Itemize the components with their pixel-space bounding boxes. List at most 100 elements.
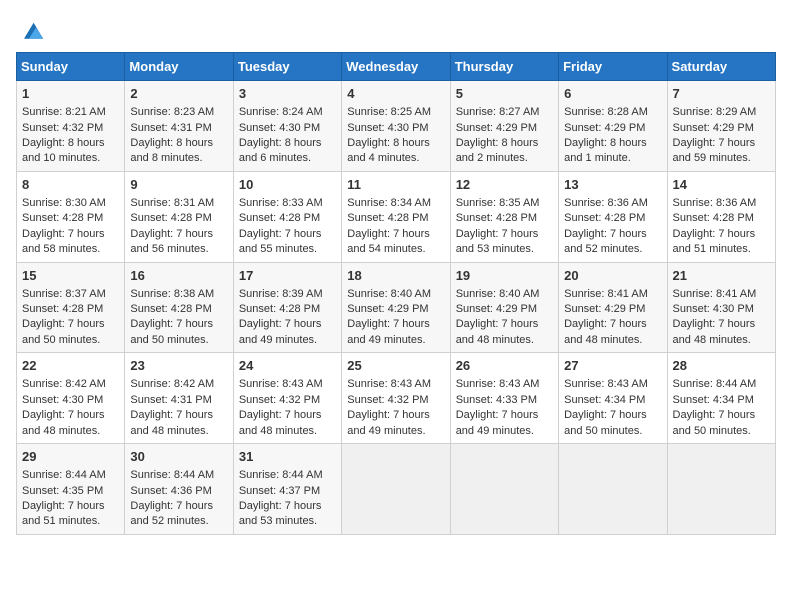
sunset-label: Sunset: 4:31 PM	[130, 122, 211, 134]
daylight-label: Daylight: 7 hours and 49 minutes.	[347, 409, 430, 436]
day-number: 3	[239, 85, 336, 103]
sunset-label: Sunset: 4:29 PM	[673, 122, 754, 134]
day-number: 7	[673, 85, 770, 103]
calendar-cell: 16 Sunrise: 8:38 AM Sunset: 4:28 PM Dayl…	[125, 262, 233, 353]
calendar-week-3: 15 Sunrise: 8:37 AM Sunset: 4:28 PM Dayl…	[17, 262, 776, 353]
day-number: 24	[239, 357, 336, 375]
calendar-cell: 24 Sunrise: 8:43 AM Sunset: 4:32 PM Dayl…	[233, 353, 341, 444]
day-number: 9	[130, 176, 227, 194]
daylight-label: Daylight: 7 hours and 53 minutes.	[456, 228, 539, 255]
day-number: 6	[564, 85, 661, 103]
sunrise-label: Sunrise: 8:44 AM	[239, 469, 323, 481]
daylight-label: Daylight: 7 hours and 56 minutes.	[130, 228, 213, 255]
column-header-thursday: Thursday	[450, 53, 558, 81]
calendar-cell: 28 Sunrise: 8:44 AM Sunset: 4:34 PM Dayl…	[667, 353, 775, 444]
calendar-cell: 30 Sunrise: 8:44 AM Sunset: 4:36 PM Dayl…	[125, 444, 233, 535]
daylight-label: Daylight: 8 hours and 8 minutes.	[130, 137, 213, 164]
daylight-label: Daylight: 7 hours and 54 minutes.	[347, 228, 430, 255]
calendar-week-5: 29 Sunrise: 8:44 AM Sunset: 4:35 PM Dayl…	[17, 444, 776, 535]
sunset-label: Sunset: 4:30 PM	[347, 122, 428, 134]
calendar-week-2: 8 Sunrise: 8:30 AM Sunset: 4:28 PM Dayli…	[17, 171, 776, 262]
sunset-label: Sunset: 4:36 PM	[130, 485, 211, 497]
daylight-label: Daylight: 7 hours and 48 minutes.	[456, 318, 539, 345]
day-number: 2	[130, 85, 227, 103]
daylight-label: Daylight: 7 hours and 49 minutes.	[456, 409, 539, 436]
sunrise-label: Sunrise: 8:40 AM	[347, 288, 431, 300]
daylight-label: Daylight: 8 hours and 6 minutes.	[239, 137, 322, 164]
calendar-cell: 31 Sunrise: 8:44 AM Sunset: 4:37 PM Dayl…	[233, 444, 341, 535]
daylight-label: Daylight: 8 hours and 2 minutes.	[456, 137, 539, 164]
calendar-cell: 25 Sunrise: 8:43 AM Sunset: 4:32 PM Dayl…	[342, 353, 450, 444]
sunrise-label: Sunrise: 8:36 AM	[673, 197, 757, 209]
calendar-cell	[450, 444, 558, 535]
calendar-cell: 3 Sunrise: 8:24 AM Sunset: 4:30 PM Dayli…	[233, 81, 341, 172]
sunrise-label: Sunrise: 8:35 AM	[456, 197, 540, 209]
sunrise-label: Sunrise: 8:29 AM	[673, 106, 757, 118]
daylight-label: Daylight: 8 hours and 1 minute.	[564, 137, 647, 164]
calendar-cell	[342, 444, 450, 535]
day-number: 4	[347, 85, 444, 103]
calendar-cell: 6 Sunrise: 8:28 AM Sunset: 4:29 PM Dayli…	[559, 81, 667, 172]
sunrise-label: Sunrise: 8:27 AM	[456, 106, 540, 118]
calendar-cell: 13 Sunrise: 8:36 AM Sunset: 4:28 PM Dayl…	[559, 171, 667, 262]
day-number: 22	[22, 357, 119, 375]
calendar-cell: 21 Sunrise: 8:41 AM Sunset: 4:30 PM Dayl…	[667, 262, 775, 353]
day-number: 28	[673, 357, 770, 375]
sunrise-label: Sunrise: 8:23 AM	[130, 106, 214, 118]
day-number: 25	[347, 357, 444, 375]
column-header-tuesday: Tuesday	[233, 53, 341, 81]
day-number: 13	[564, 176, 661, 194]
calendar-cell: 29 Sunrise: 8:44 AM Sunset: 4:35 PM Dayl…	[17, 444, 125, 535]
sunset-label: Sunset: 4:28 PM	[239, 303, 320, 315]
calendar-cell: 12 Sunrise: 8:35 AM Sunset: 4:28 PM Dayl…	[450, 171, 558, 262]
day-number: 12	[456, 176, 553, 194]
sunset-label: Sunset: 4:30 PM	[22, 394, 103, 406]
sunset-label: Sunset: 4:34 PM	[673, 394, 754, 406]
day-number: 31	[239, 448, 336, 466]
sunrise-label: Sunrise: 8:21 AM	[22, 106, 106, 118]
column-header-monday: Monday	[125, 53, 233, 81]
sunrise-label: Sunrise: 8:43 AM	[239, 378, 323, 390]
sunrise-label: Sunrise: 8:34 AM	[347, 197, 431, 209]
sunset-label: Sunset: 4:28 PM	[347, 212, 428, 224]
sunrise-label: Sunrise: 8:43 AM	[564, 378, 648, 390]
sunrise-label: Sunrise: 8:31 AM	[130, 197, 214, 209]
calendar-cell: 18 Sunrise: 8:40 AM Sunset: 4:29 PM Dayl…	[342, 262, 450, 353]
calendar-cell: 11 Sunrise: 8:34 AM Sunset: 4:28 PM Dayl…	[342, 171, 450, 262]
sunset-label: Sunset: 4:28 PM	[130, 303, 211, 315]
daylight-label: Daylight: 7 hours and 51 minutes.	[673, 228, 756, 255]
daylight-label: Daylight: 7 hours and 48 minutes.	[239, 409, 322, 436]
daylight-label: Daylight: 7 hours and 49 minutes.	[347, 318, 430, 345]
sunset-label: Sunset: 4:28 PM	[564, 212, 645, 224]
sunrise-label: Sunrise: 8:24 AM	[239, 106, 323, 118]
column-header-wednesday: Wednesday	[342, 53, 450, 81]
day-number: 11	[347, 176, 444, 194]
sunset-label: Sunset: 4:35 PM	[22, 485, 103, 497]
day-number: 17	[239, 267, 336, 285]
daylight-label: Daylight: 7 hours and 50 minutes.	[564, 409, 647, 436]
sunrise-label: Sunrise: 8:37 AM	[22, 288, 106, 300]
sunrise-label: Sunrise: 8:42 AM	[130, 378, 214, 390]
sunrise-label: Sunrise: 8:41 AM	[564, 288, 648, 300]
sunset-label: Sunset: 4:28 PM	[22, 303, 103, 315]
calendar-cell: 20 Sunrise: 8:41 AM Sunset: 4:29 PM Dayl…	[559, 262, 667, 353]
calendar-cell: 2 Sunrise: 8:23 AM Sunset: 4:31 PM Dayli…	[125, 81, 233, 172]
day-number: 10	[239, 176, 336, 194]
sunrise-label: Sunrise: 8:43 AM	[456, 378, 540, 390]
column-header-sunday: Sunday	[17, 53, 125, 81]
day-number: 8	[22, 176, 119, 194]
calendar-cell: 15 Sunrise: 8:37 AM Sunset: 4:28 PM Dayl…	[17, 262, 125, 353]
sunset-label: Sunset: 4:32 PM	[347, 394, 428, 406]
day-number: 29	[22, 448, 119, 466]
logo	[16, 16, 52, 44]
sunset-label: Sunset: 4:29 PM	[456, 303, 537, 315]
day-number: 20	[564, 267, 661, 285]
calendar-cell	[559, 444, 667, 535]
sunset-label: Sunset: 4:29 PM	[564, 303, 645, 315]
calendar-cell: 9 Sunrise: 8:31 AM Sunset: 4:28 PM Dayli…	[125, 171, 233, 262]
calendar-header-row: SundayMondayTuesdayWednesdayThursdayFrid…	[17, 53, 776, 81]
sunset-label: Sunset: 4:30 PM	[239, 122, 320, 134]
calendar-cell: 19 Sunrise: 8:40 AM Sunset: 4:29 PM Dayl…	[450, 262, 558, 353]
day-number: 26	[456, 357, 553, 375]
sunset-label: Sunset: 4:29 PM	[564, 122, 645, 134]
